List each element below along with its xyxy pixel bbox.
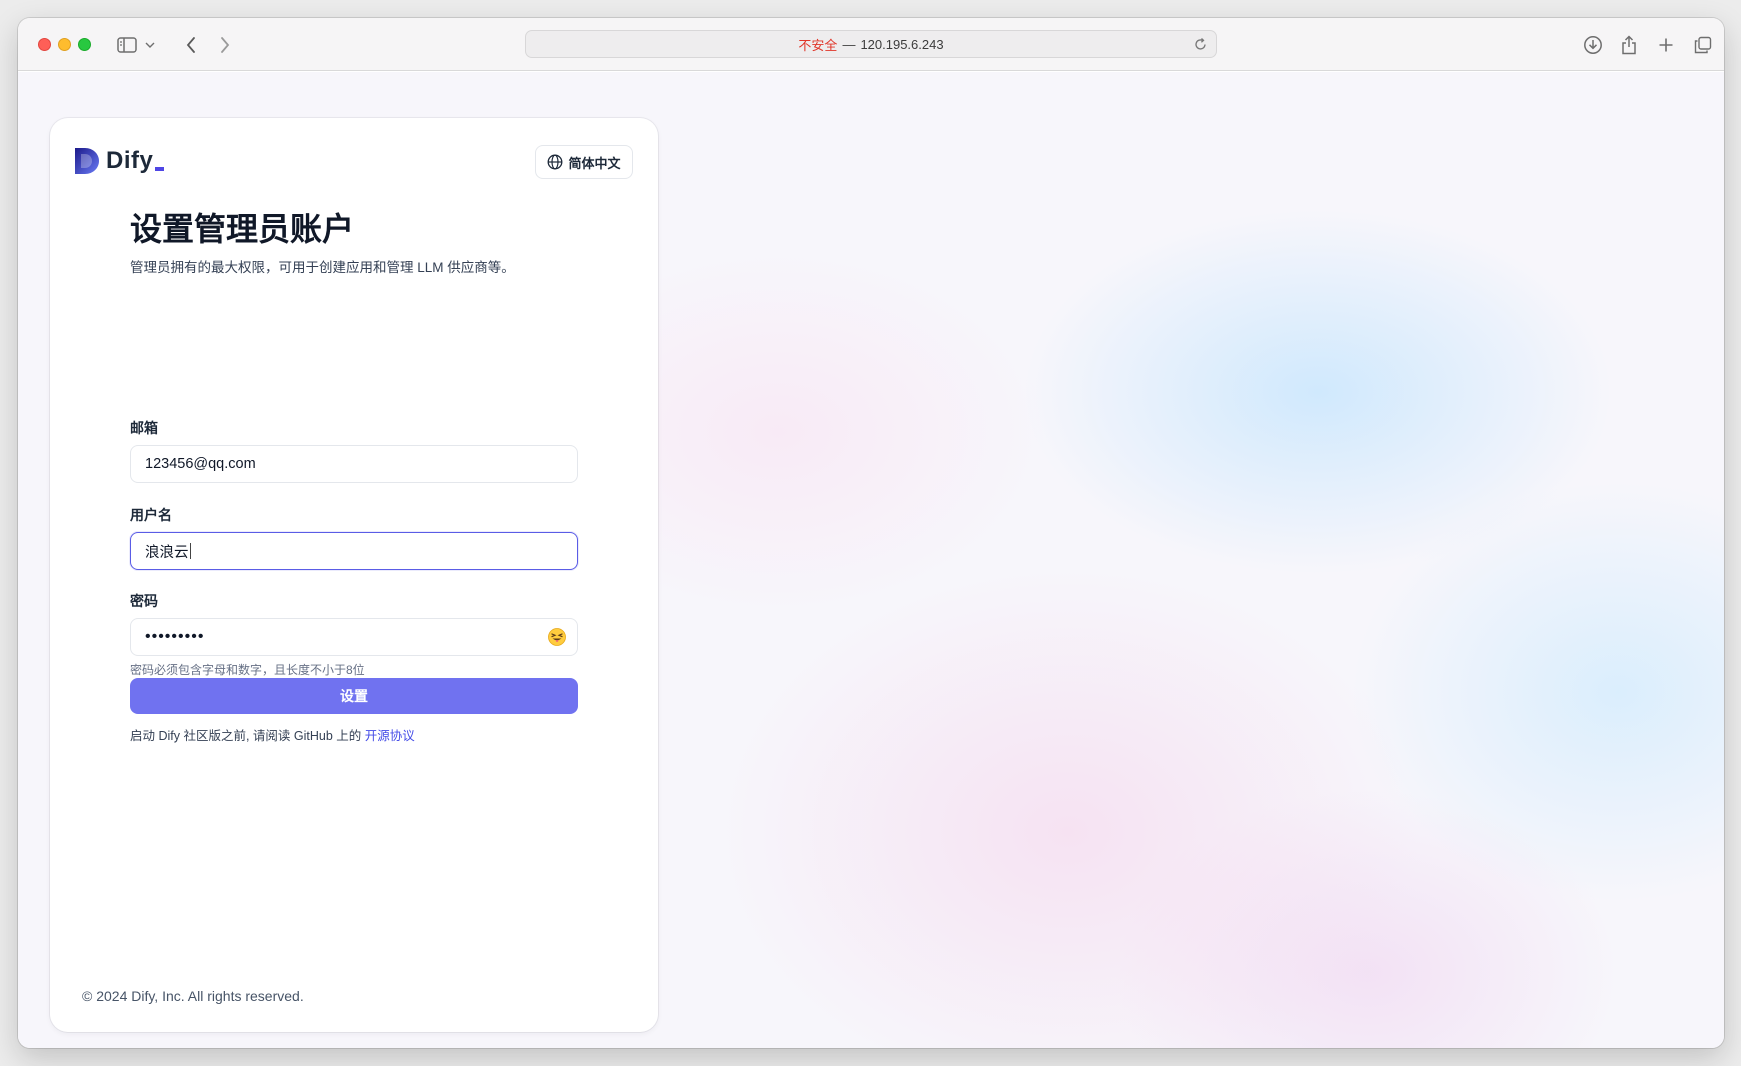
browser-window: 不安全 — 120.195.6.243 Dify 简体中文 设置管理员账户 管理… [18,18,1724,1048]
back-icon[interactable] [178,32,204,58]
close-window-button[interactable] [38,38,51,51]
zoom-window-button[interactable] [78,38,91,51]
password-label: 密码 [130,593,158,609]
username-field[interactable]: 浪浪云 [130,532,578,570]
address-bar[interactable]: 不安全 — 120.195.6.243 [525,30,1217,58]
new-tab-icon[interactable] [1653,32,1679,58]
language-label: 简体中文 [568,155,621,171]
copyright-footer: © 2024 Dify, Inc. All rights reserved. [82,988,304,1004]
password-hint: 密码必须包含字母和数字，且长度不小于8位 [130,663,365,677]
setup-button[interactable]: 设置 [130,678,578,714]
email-field[interactable]: 123456@qq.com [130,445,578,483]
open-source-license-link[interactable]: 开源协议 [365,729,415,743]
page-subtitle: 管理员拥有的最大权限，可用于创建应用和管理 LLM 供应商等。 [130,260,515,275]
password-field[interactable]: ••••••••• [130,618,578,656]
logo-cursor [155,167,165,171]
browser-toolbar: 不安全 — 120.195.6.243 [18,18,1724,71]
forward-icon[interactable] [212,32,238,58]
page-content: Dify 简体中文 设置管理员账户 管理员拥有的最大权限，可用于创建应用和管理 … [18,72,1724,1048]
password-masked-value: ••••••••• [145,628,205,645]
reload-icon[interactable] [1193,37,1208,52]
email-label: 邮箱 [130,420,158,436]
email-value: 123456@qq.com [145,456,256,472]
sidebar-toggle-icon[interactable] [114,32,140,58]
download-icon[interactable] [1580,32,1606,58]
agreement-prefix: 启动 Dify 社区版之前, 请阅读 GitHub 上的 [130,729,362,743]
share-icon[interactable] [1616,32,1642,58]
chevron-down-icon[interactable] [142,32,158,58]
username-value: 浪浪云 [145,544,189,561]
show-password-emoji-icon[interactable] [547,627,567,647]
agreement-text: 启动 Dify 社区版之前, 请阅读 GitHub 上的 开源协议 [130,725,415,744]
logo-text: Dify [106,147,154,174]
language-selector[interactable]: 简体中文 [535,145,633,179]
dify-logo-icon [75,148,99,174]
globe-icon [548,154,563,170]
tab-overview-icon[interactable] [1690,32,1716,58]
dify-logo: Dify [74,146,165,176]
username-label: 用户名 [130,507,172,523]
page-title: 设置管理员账户 [130,211,355,247]
signin-card: Dify 简体中文 设置管理员账户 管理员拥有的最大权限，可用于创建应用和管理 … [50,118,658,1032]
address-url: 120.195.6.243 [860,36,944,52]
text-caret [189,543,191,559]
address-separator: — [842,36,856,52]
setup-button-label: 设置 [340,688,368,704]
admin-setup-form: 设置管理员账户 管理员拥有的最大权限，可用于创建应用和管理 LLM 供应商等。 … [130,208,578,743]
minimize-window-button[interactable] [58,38,71,51]
insecure-label: 不安全 [798,37,838,53]
